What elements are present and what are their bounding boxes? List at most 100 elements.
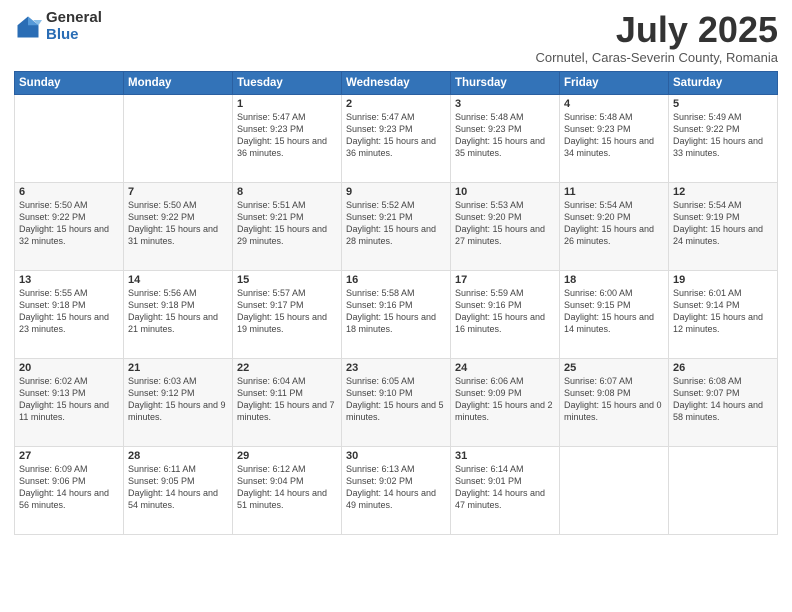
page: General Blue July 2025 Cornutel, Caras-S… [0, 0, 792, 612]
day-info: Sunrise: 5:48 AM Sunset: 9:23 PM Dayligh… [455, 111, 555, 160]
day-number: 27 [19, 450, 119, 462]
day-number: 12 [673, 186, 773, 198]
day-number: 20 [19, 362, 119, 374]
calendar-cell: 18Sunrise: 6:00 AM Sunset: 9:15 PM Dayli… [560, 270, 669, 358]
calendar-cell: 7Sunrise: 5:50 AM Sunset: 9:22 PM Daylig… [124, 182, 233, 270]
day-number: 29 [237, 450, 337, 462]
calendar-cell [124, 94, 233, 182]
calendar-cell: 10Sunrise: 5:53 AM Sunset: 9:20 PM Dayli… [451, 182, 560, 270]
calendar-cell: 9Sunrise: 5:52 AM Sunset: 9:21 PM Daylig… [342, 182, 451, 270]
calendar-cell: 15Sunrise: 5:57 AM Sunset: 9:17 PM Dayli… [233, 270, 342, 358]
day-info: Sunrise: 5:55 AM Sunset: 9:18 PM Dayligh… [19, 287, 119, 336]
calendar-cell: 3Sunrise: 5:48 AM Sunset: 9:23 PM Daylig… [451, 94, 560, 182]
day-number: 6 [19, 186, 119, 198]
day-number: 13 [19, 274, 119, 286]
day-number: 2 [346, 98, 446, 110]
day-info: Sunrise: 5:47 AM Sunset: 9:23 PM Dayligh… [346, 111, 446, 160]
calendar-cell: 17Sunrise: 5:59 AM Sunset: 9:16 PM Dayli… [451, 270, 560, 358]
calendar-body: 1Sunrise: 5:47 AM Sunset: 9:23 PM Daylig… [15, 94, 778, 534]
calendar-cell [669, 446, 778, 534]
day-info: Sunrise: 6:08 AM Sunset: 9:07 PM Dayligh… [673, 375, 773, 424]
day-info: Sunrise: 5:54 AM Sunset: 9:19 PM Dayligh… [673, 199, 773, 248]
day-number: 5 [673, 98, 773, 110]
calendar-cell: 16Sunrise: 5:58 AM Sunset: 9:16 PM Dayli… [342, 270, 451, 358]
calendar-week-3: 13Sunrise: 5:55 AM Sunset: 9:18 PM Dayli… [15, 270, 778, 358]
calendar-header: SundayMondayTuesdayWednesdayThursdayFrid… [15, 71, 778, 94]
day-info: Sunrise: 5:50 AM Sunset: 9:22 PM Dayligh… [128, 199, 228, 248]
calendar-cell: 1Sunrise: 5:47 AM Sunset: 9:23 PM Daylig… [233, 94, 342, 182]
day-number: 21 [128, 362, 228, 374]
day-info: Sunrise: 5:54 AM Sunset: 9:20 PM Dayligh… [564, 199, 664, 248]
weekday-row: SundayMondayTuesdayWednesdayThursdayFrid… [15, 71, 778, 94]
day-info: Sunrise: 6:06 AM Sunset: 9:09 PM Dayligh… [455, 375, 555, 424]
calendar-cell: 22Sunrise: 6:04 AM Sunset: 9:11 PM Dayli… [233, 358, 342, 446]
calendar-cell: 2Sunrise: 5:47 AM Sunset: 9:23 PM Daylig… [342, 94, 451, 182]
calendar-cell: 8Sunrise: 5:51 AM Sunset: 9:21 PM Daylig… [233, 182, 342, 270]
calendar-cell: 6Sunrise: 5:50 AM Sunset: 9:22 PM Daylig… [15, 182, 124, 270]
calendar-cell: 19Sunrise: 6:01 AM Sunset: 9:14 PM Dayli… [669, 270, 778, 358]
day-info: Sunrise: 6:07 AM Sunset: 9:08 PM Dayligh… [564, 375, 664, 424]
day-info: Sunrise: 5:47 AM Sunset: 9:23 PM Dayligh… [237, 111, 337, 160]
day-number: 8 [237, 186, 337, 198]
logo: General Blue [14, 10, 102, 43]
day-info: Sunrise: 6:00 AM Sunset: 9:15 PM Dayligh… [564, 287, 664, 336]
calendar-cell [560, 446, 669, 534]
day-number: 16 [346, 274, 446, 286]
weekday-header-friday: Friday [560, 71, 669, 94]
day-number: 17 [455, 274, 555, 286]
day-number: 28 [128, 450, 228, 462]
day-number: 18 [564, 274, 664, 286]
calendar-cell: 29Sunrise: 6:12 AM Sunset: 9:04 PM Dayli… [233, 446, 342, 534]
day-info: Sunrise: 6:04 AM Sunset: 9:11 PM Dayligh… [237, 375, 337, 424]
day-number: 11 [564, 186, 664, 198]
day-number: 9 [346, 186, 446, 198]
day-info: Sunrise: 5:58 AM Sunset: 9:16 PM Dayligh… [346, 287, 446, 336]
calendar-cell: 11Sunrise: 5:54 AM Sunset: 9:20 PM Dayli… [560, 182, 669, 270]
day-number: 15 [237, 274, 337, 286]
location-subtitle: Cornutel, Caras-Severin County, Romania [535, 50, 778, 65]
weekday-header-wednesday: Wednesday [342, 71, 451, 94]
weekday-header-monday: Monday [124, 71, 233, 94]
day-number: 26 [673, 362, 773, 374]
day-number: 23 [346, 362, 446, 374]
calendar-cell: 20Sunrise: 6:02 AM Sunset: 9:13 PM Dayli… [15, 358, 124, 446]
day-info: Sunrise: 6:01 AM Sunset: 9:14 PM Dayligh… [673, 287, 773, 336]
weekday-header-sunday: Sunday [15, 71, 124, 94]
calendar-cell: 13Sunrise: 5:55 AM Sunset: 9:18 PM Dayli… [15, 270, 124, 358]
calendar-cell [15, 94, 124, 182]
day-number: 4 [564, 98, 664, 110]
day-info: Sunrise: 6:12 AM Sunset: 9:04 PM Dayligh… [237, 463, 337, 512]
day-info: Sunrise: 5:48 AM Sunset: 9:23 PM Dayligh… [564, 111, 664, 160]
calendar-cell: 30Sunrise: 6:13 AM Sunset: 9:02 PM Dayli… [342, 446, 451, 534]
logo-icon [14, 13, 42, 41]
day-info: Sunrise: 5:49 AM Sunset: 9:22 PM Dayligh… [673, 111, 773, 160]
day-info: Sunrise: 6:14 AM Sunset: 9:01 PM Dayligh… [455, 463, 555, 512]
day-number: 14 [128, 274, 228, 286]
calendar-cell: 21Sunrise: 6:03 AM Sunset: 9:12 PM Dayli… [124, 358, 233, 446]
day-info: Sunrise: 5:50 AM Sunset: 9:22 PM Dayligh… [19, 199, 119, 248]
weekday-header-saturday: Saturday [669, 71, 778, 94]
calendar-cell: 12Sunrise: 5:54 AM Sunset: 9:19 PM Dayli… [669, 182, 778, 270]
calendar-cell: 31Sunrise: 6:14 AM Sunset: 9:01 PM Dayli… [451, 446, 560, 534]
calendar-week-4: 20Sunrise: 6:02 AM Sunset: 9:13 PM Dayli… [15, 358, 778, 446]
calendar-cell: 25Sunrise: 6:07 AM Sunset: 9:08 PM Dayli… [560, 358, 669, 446]
calendar-week-5: 27Sunrise: 6:09 AM Sunset: 9:06 PM Dayli… [15, 446, 778, 534]
day-number: 25 [564, 362, 664, 374]
day-info: Sunrise: 6:11 AM Sunset: 9:05 PM Dayligh… [128, 463, 228, 512]
logo-blue-text: Blue [46, 27, 102, 44]
calendar-week-1: 1Sunrise: 5:47 AM Sunset: 9:23 PM Daylig… [15, 94, 778, 182]
day-number: 1 [237, 98, 337, 110]
day-info: Sunrise: 5:56 AM Sunset: 9:18 PM Dayligh… [128, 287, 228, 336]
day-info: Sunrise: 6:09 AM Sunset: 9:06 PM Dayligh… [19, 463, 119, 512]
calendar-cell: 27Sunrise: 6:09 AM Sunset: 9:06 PM Dayli… [15, 446, 124, 534]
day-number: 22 [237, 362, 337, 374]
day-number: 30 [346, 450, 446, 462]
calendar-cell: 28Sunrise: 6:11 AM Sunset: 9:05 PM Dayli… [124, 446, 233, 534]
day-number: 10 [455, 186, 555, 198]
calendar-cell: 24Sunrise: 6:06 AM Sunset: 9:09 PM Dayli… [451, 358, 560, 446]
calendar-cell: 5Sunrise: 5:49 AM Sunset: 9:22 PM Daylig… [669, 94, 778, 182]
title-block: July 2025 Cornutel, Caras-Severin County… [535, 10, 778, 65]
day-number: 19 [673, 274, 773, 286]
day-number: 24 [455, 362, 555, 374]
day-info: Sunrise: 6:03 AM Sunset: 9:12 PM Dayligh… [128, 375, 228, 424]
